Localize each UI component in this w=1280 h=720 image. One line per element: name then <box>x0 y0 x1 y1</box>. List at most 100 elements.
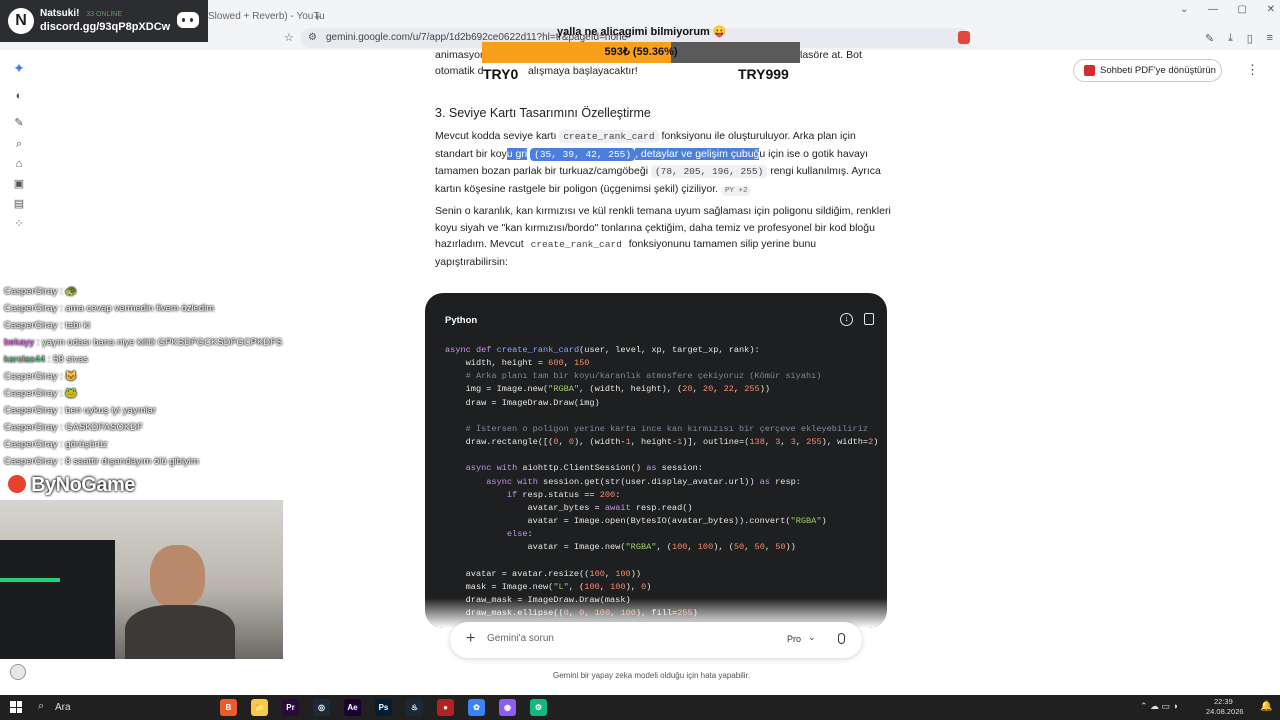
taskbar-app-icon[interactable]: Pr <box>282 699 299 716</box>
donation-progress-label: 593₺ (59.36%) <box>604 46 678 58</box>
chat-message: CasperGiray : 🐸 <box>4 388 77 399</box>
extensions-icon[interactable]: ✎ <box>1205 32 1214 45</box>
taskbar-app-icon[interactable]: ⚙ <box>530 699 547 716</box>
chat-username: CasperGiray <box>4 439 58 450</box>
taskbar-app-icon[interactable]: ✿ <box>468 699 485 716</box>
search-icon[interactable]: ⌕ <box>38 700 44 713</box>
chat-username: CasperGiray <box>4 456 58 467</box>
taskbar-app-icon[interactable]: 📁 <box>251 699 268 716</box>
code-line: avatar = Image.new("RGBA", (100, 100), (… <box>445 542 796 553</box>
taskbar-app-icon[interactable]: ● <box>437 699 454 716</box>
code-line: draw = ImageDraw.Draw(img) <box>445 397 600 408</box>
learning-icon[interactable]: ⌂ <box>12 157 26 171</box>
prompt-input[interactable]: Gemini'a sorun <box>487 633 554 644</box>
chat-username: CasperGiray <box>4 320 58 331</box>
webcam-person <box>150 545 205 607</box>
chat-separator: : <box>45 354 54 365</box>
code-language: Python <box>445 315 478 326</box>
site-info-icon[interactable]: ⚙ <box>308 28 317 48</box>
more-vert-icon[interactable]: ⋮ <box>1246 62 1259 78</box>
chat-text: 58 sivas <box>53 354 88 365</box>
clock-date[interactable]: 24.08.2026 <box>1206 707 1244 716</box>
paragraph-1: Mevcut kodda seviye kartı create_rank_ca… <box>435 130 881 196</box>
code-line: # Arka planı tam bir koyu/karanlık atmos… <box>445 371 822 382</box>
chat-username: karolas44 <box>4 354 46 365</box>
taskbar-app-icon[interactable]: ◉ <box>499 699 516 716</box>
chevron-down-icon[interactable]: ⌄ <box>808 632 816 643</box>
download-icon[interactable]: ⤓ <box>1228 32 1233 45</box>
notebook-icon[interactable]: ▤ <box>12 197 26 211</box>
code-line: else: <box>506 529 533 540</box>
inline-code: create_rank_card <box>526 238 626 251</box>
chat-separator: : <box>34 337 43 348</box>
search-icon[interactable]: ⌕ <box>12 137 26 151</box>
taskbar-search[interactable]: Ara <box>55 702 71 713</box>
pdf-export-button[interactable]: Sohbeti PDF'ye dönüştürün <box>1073 59 1222 82</box>
text-fragment: otomatik d <box>435 65 484 77</box>
code-line: avatar_bytes = await resp.read() <box>445 502 693 513</box>
add-icon[interactable]: + <box>466 630 475 648</box>
text-fragment: animasyon <box>435 49 486 61</box>
clock-time[interactable]: 22:39 <box>1214 697 1233 706</box>
code-line: async with aiohttp.ClientSession() as se… <box>465 463 703 474</box>
chat-username: CasperGiray <box>4 303 58 314</box>
webcam-feed <box>0 500 283 659</box>
code-line: avatar = Image.open(BytesIO(avatar_bytes… <box>445 515 827 526</box>
chat-text: tabi ki <box>65 320 91 331</box>
download-code-icon[interactable]: ↓ <box>840 313 853 326</box>
microphone-icon[interactable] <box>838 633 845 644</box>
start-icon[interactable] <box>10 701 22 713</box>
chat-message: CasperGiray : ama cevap vermedin fivem ö… <box>4 303 214 314</box>
taskbar: ⌕ Ara B 📁 Pr ◎ Ae Ps ♨ ● ✿ ◉ ⚙ ⌃ ☁ ▭ ◑ 22:39 24.08… <box>0 695 1280 720</box>
copy-code-icon[interactable] <box>864 313 874 325</box>
chat-username: CasperGiray <box>4 371 58 382</box>
chat-text: GASKDFASOKDF <box>65 422 143 433</box>
browser-tab[interactable]: Slowed + Reverb) - YouTu <box>208 6 328 28</box>
new-chat-icon[interactable]: ✎ <box>12 116 26 130</box>
chat-username: CasperGiray <box>4 388 58 399</box>
citation-badge[interactable]: PY +2 <box>720 185 752 196</box>
new-tab-button[interactable]: + <box>314 6 322 28</box>
chat-text: 🐸 <box>65 388 78 399</box>
menu-icon[interactable]: ≡ <box>1267 32 1273 45</box>
chat-message: CasperGiray : 8 saattir dışarıdayım ölü … <box>4 456 199 467</box>
donation-title: yalla ne alicagimi bilmiyorum 😛 <box>557 26 727 38</box>
tray-icons[interactable]: ⌃ ☁ ▭ ◑ <box>1140 701 1178 712</box>
taskbar-app-icon[interactable]: ♨ <box>406 699 423 716</box>
taskbar-app-icon[interactable]: ◎ <box>313 699 330 716</box>
sponsor-icon <box>8 475 26 493</box>
taskbar-app-icon[interactable]: Ae <box>344 699 361 716</box>
chat-message: CasperGiray : ben uykuş iyi yayınlar <box>4 405 156 416</box>
chat-username: CasperGiray <box>4 422 58 433</box>
model-selector[interactable]: Pro <box>787 634 801 644</box>
close-button[interactable]: ✕ <box>1267 4 1275 15</box>
maximize-button[interactable]: ▢ <box>1238 4 1247 15</box>
code-block: Python ↓ async def create_rank_card(user… <box>425 293 887 628</box>
taskbar-app-icon[interactable]: B <box>220 699 237 716</box>
bookmark-icon[interactable]: ☆ <box>284 31 294 44</box>
chat-text: görüşürüz <box>65 439 108 450</box>
code-line: img = Image.new("RGBA", (width, height),… <box>445 384 771 395</box>
window-controls: ⌄ — ▢ ✕ <box>1180 4 1275 15</box>
image-icon[interactable]: ▣ <box>12 177 26 191</box>
sidebar-icon[interactable]: ▯ <box>1247 32 1253 45</box>
apps-icon[interactable]: ⁘ <box>12 217 26 231</box>
chat-message: CasperGiray : 🐢 <box>4 286 77 297</box>
chat-message: CasperGiray : 🐱 <box>4 371 77 382</box>
chat-message: CasperGiray : GASKDFASOKDF <box>4 422 143 433</box>
chat-text: yayın odası bana niye kilitli GPKSDFGCKS… <box>42 337 283 348</box>
code-line: mask = Image.new("L", (100, 100), 0) <box>445 581 652 592</box>
taskbar-app-icon[interactable]: Ps <box>375 699 392 716</box>
code-line: async def create_rank_card(user, level, … <box>445 345 760 355</box>
chat-message: bekayy : yayın odası bana niye kilitli G… <box>4 337 282 348</box>
notification-icon[interactable]: 🔔 <box>1260 701 1272 712</box>
toggle-icon[interactable]: ◐ <box>12 89 26 103</box>
gemini-spark-icon[interactable]: ✦ <box>12 61 26 75</box>
sponsor-logo: ByNoGame <box>8 474 135 497</box>
minimize-button[interactable]: — <box>1208 4 1218 15</box>
prompt-box[interactable]: + Gemini'a sorun Pro ⌄ <box>450 622 862 658</box>
online-count: 33 ONLINE <box>86 11 123 18</box>
chat-text: 🐱 <box>65 371 78 382</box>
tab-list-button[interactable]: ⌄ <box>1180 4 1188 15</box>
brave-shield-icon[interactable] <box>958 31 970 44</box>
